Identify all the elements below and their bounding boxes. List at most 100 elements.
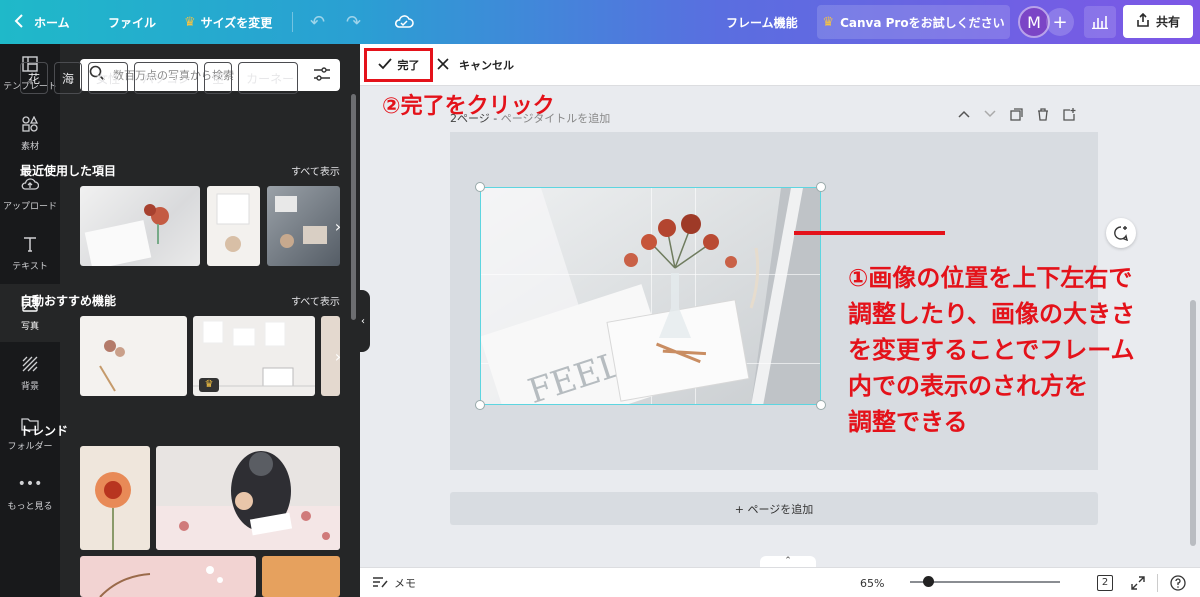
- notes-button[interactable]: メモ: [372, 568, 416, 597]
- redo-icon[interactable]: ↷: [346, 0, 361, 44]
- try-pro-label: Canva Proをお試しください: [840, 15, 1005, 30]
- keyword-chips: 花 海 女性 パソコン 空 カーネー: [20, 62, 299, 94]
- add-member-button[interactable]: +: [1046, 8, 1074, 36]
- trend-photo[interactable]: [156, 446, 340, 550]
- home-button[interactable]: ホーム: [14, 0, 70, 44]
- bottom-bar: メモ 65% 2: [360, 567, 1200, 597]
- page-number: 2ページ -: [450, 112, 501, 125]
- cancel-label: キャンセル: [459, 59, 514, 72]
- notes-label: メモ: [394, 577, 416, 590]
- add-page-button[interactable]: + ページを追加: [450, 492, 1098, 525]
- cloud-save-icon[interactable]: [394, 0, 414, 44]
- rail-item-elements[interactable]: 素材: [0, 104, 60, 162]
- chevron-left-icon: [14, 13, 24, 31]
- divider: [1157, 568, 1158, 597]
- chevron-right-icon[interactable]: ›: [327, 215, 349, 237]
- rail-item-background[interactable]: 背景: [0, 344, 60, 402]
- chevron-right-icon[interactable]: [326, 70, 336, 89]
- design-title[interactable]: フレーム機能: [726, 0, 798, 44]
- annotation-line-text: 調整できる: [848, 408, 968, 436]
- annotation-line-text: ①画像の位置を上下左右で: [848, 264, 1133, 292]
- crown-icon: ♛: [822, 14, 835, 30]
- chip[interactable]: 空: [204, 62, 233, 94]
- step1-annotation: ①画像の位置を上下左右で 調整したり、画像の大きさ を変更することでフレーム 内…: [848, 260, 1188, 440]
- done-button[interactable]: 完了: [364, 48, 433, 82]
- home-label: ホーム: [34, 15, 70, 30]
- undo-icon[interactable]: ↶: [310, 0, 325, 44]
- rail-label: もっと見る: [7, 501, 53, 512]
- resize-label: サイズを変更: [200, 15, 273, 30]
- chevron-right-icon[interactable]: ›: [327, 345, 349, 367]
- resize-button[interactable]: ♛ サイズを変更: [184, 0, 272, 44]
- duplicate-page-icon[interactable]: [1010, 108, 1023, 125]
- left-rail: テンプレート 素材 アップロード テキスト 写真 背景 フォルダー ••• もっ…: [0, 44, 60, 597]
- suggested-photo[interactable]: [80, 316, 187, 396]
- page-count-button[interactable]: 2: [1097, 568, 1113, 597]
- page-title-placeholder: ページタイトルを追加: [500, 112, 611, 125]
- resize-handle[interactable]: [816, 182, 826, 192]
- notes-icon: [372, 576, 388, 591]
- chevron-down-icon[interactable]: [984, 108, 996, 125]
- page-label[interactable]: 2ページ - ページタイトルを追加: [450, 110, 610, 126]
- crown-icon: ♛: [184, 14, 196, 30]
- annotation-line-text: 内での表示のされ方を: [848, 372, 1088, 400]
- chip[interactable]: 女性: [88, 62, 129, 94]
- trend-photo[interactable]: [262, 556, 340, 597]
- recent-photo[interactable]: [80, 186, 200, 266]
- recent-photo[interactable]: [207, 186, 260, 266]
- rail-label: 素材: [20, 141, 39, 152]
- see-all-link[interactable]: すべて表示: [291, 293, 340, 308]
- file-menu-button[interactable]: ファイル: [108, 0, 156, 44]
- add-comment-icon[interactable]: [1106, 218, 1136, 248]
- help-icon[interactable]: [1170, 568, 1186, 597]
- rail-label: テキスト: [12, 261, 48, 272]
- zoom-value[interactable]: 65%: [860, 568, 884, 597]
- trend-photo[interactable]: [80, 446, 150, 550]
- chip[interactable]: カーネー: [238, 62, 299, 94]
- insights-icon[interactable]: [1084, 6, 1116, 38]
- resize-handle[interactable]: [475, 400, 485, 410]
- divider: [292, 12, 293, 32]
- crown-icon: ♛: [199, 378, 219, 392]
- annotation-line-text: 調整したり、画像の大きさ: [848, 300, 1136, 328]
- auto-title: 自動おすすめ機能: [20, 294, 117, 308]
- rail-item-text[interactable]: テキスト: [0, 224, 60, 282]
- add-page-icon[interactable]: [1063, 108, 1076, 125]
- trend-title: トレンド: [20, 424, 69, 438]
- background-icon: [21, 355, 39, 373]
- suggested-photo[interactable]: ♛: [193, 316, 315, 396]
- rail-label: 写真: [20, 321, 39, 332]
- annotation-line-text: を変更することでフレーム: [848, 336, 1135, 364]
- frame-photo[interactable]: FEEL: [480, 187, 821, 405]
- annotation-line: [794, 231, 945, 235]
- chip[interactable]: 海: [54, 62, 83, 94]
- done-label: 完了: [397, 59, 420, 72]
- chevron-up-icon[interactable]: [958, 108, 970, 125]
- top-bar: ホーム ファイル ♛ サイズを変更 ↶ ↷ フレーム機能 ♛ Canva Pro…: [0, 0, 1200, 44]
- cancel-button[interactable]: キャンセル: [437, 48, 514, 82]
- resize-handle[interactable]: [816, 400, 826, 410]
- share-button[interactable]: 共有: [1123, 5, 1193, 38]
- rail-label: フォルダー: [7, 441, 53, 452]
- share-label: 共有: [1155, 15, 1180, 29]
- share-icon: [1136, 12, 1150, 30]
- editor-scrollbar[interactable]: [1190, 300, 1196, 546]
- more-icon: •••: [17, 475, 43, 492]
- trend-photo[interactable]: [80, 556, 256, 597]
- zoom-slider-handle[interactable]: [923, 576, 934, 587]
- text-icon: [21, 235, 39, 253]
- collapse-panel-button[interactable]: ‹: [356, 290, 370, 352]
- chip[interactable]: パソコン: [134, 62, 199, 94]
- chip[interactable]: 花: [20, 62, 49, 94]
- check-icon: [377, 57, 392, 73]
- try-pro-button[interactable]: ♛ Canva Proをお試しください: [817, 5, 1010, 39]
- fullscreen-icon[interactable]: [1131, 568, 1145, 597]
- close-icon: [437, 57, 449, 73]
- see-all-link[interactable]: すべて表示: [291, 163, 340, 178]
- resize-handle[interactable]: [475, 182, 485, 192]
- page-tools: [958, 108, 1076, 125]
- panel-scrollbar[interactable]: [351, 94, 356, 320]
- delete-page-icon[interactable]: [1037, 108, 1049, 125]
- rail-item-more[interactable]: ••• もっと見る: [0, 464, 60, 522]
- elements-icon: [21, 115, 39, 133]
